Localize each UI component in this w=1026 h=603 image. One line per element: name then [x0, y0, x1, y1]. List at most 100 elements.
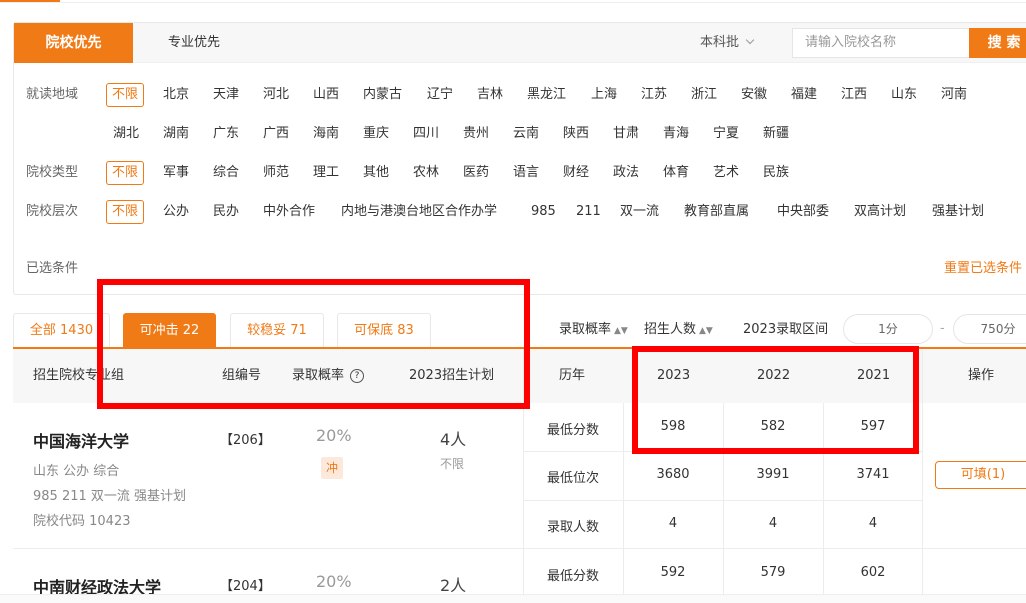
range-min-input[interactable]: 1分: [843, 314, 933, 344]
level-option[interactable]: 双高计划: [854, 200, 906, 224]
region-option[interactable]: 甘肃: [613, 122, 639, 146]
school-meta-location: 山东 公办 综合: [33, 464, 120, 479]
reset-conditions-link[interactable]: 重置已选条件: [944, 257, 1022, 276]
region-option[interactable]: 宁夏: [713, 122, 739, 146]
region-option[interactable]: 河北: [263, 83, 289, 107]
type-option[interactable]: 其他: [363, 161, 389, 185]
batch-label: 本科批: [700, 35, 740, 50]
tab-major-first[interactable]: 专业优先: [134, 23, 254, 63]
batch-select[interactable]: 本科批: [700, 23, 755, 63]
region-option[interactable]: 湖北: [113, 122, 139, 146]
level-option[interactable]: 985: [531, 200, 556, 224]
region-option[interactable]: 福建: [791, 83, 817, 107]
region-option[interactable]: 新疆: [763, 122, 789, 146]
stat-cell: 4: [868, 516, 878, 531]
stat-cell: 4: [668, 516, 678, 531]
region-option[interactable]: 辽宁: [427, 83, 453, 107]
school-meta-tags: 985 211 双一流 强基计划: [33, 489, 187, 504]
region-option[interactable]: 内蒙古: [363, 83, 402, 107]
type-row: 院校类型 不限 军事 综合 师范 理工 其他 农林 医药 语言 财经 政法 体育…: [14, 161, 1026, 185]
fill-button[interactable]: 可填(1): [935, 461, 1026, 489]
admission-probability: 20%: [316, 426, 352, 445]
level-option[interactable]: 中外合作: [263, 200, 315, 224]
group-number: 【204】: [220, 579, 271, 594]
type-option[interactable]: 体育: [663, 161, 689, 185]
tab-school-first[interactable]: 院校优先: [14, 23, 133, 63]
search-button[interactable]: 搜 索: [969, 28, 1026, 58]
type-option[interactable]: 财经: [563, 161, 589, 185]
range-separator: -: [940, 321, 945, 336]
region-option[interactable]: 山西: [313, 83, 339, 107]
region-label: 就读地域: [26, 87, 79, 102]
grid-line: [13, 548, 1026, 549]
stat-cell: 4: [768, 516, 778, 531]
stat-label: 录取人数: [546, 520, 599, 535]
plan-subject: 不限: [440, 457, 465, 471]
region-option[interactable]: 重庆: [363, 122, 389, 146]
sort-probability-label: 录取概率: [559, 322, 612, 337]
type-option[interactable]: 民族: [763, 161, 789, 185]
level-option[interactable]: 不限: [106, 200, 145, 224]
grid-line: [523, 500, 923, 501]
stat-cell: 3741: [856, 467, 890, 482]
sort-arrows-icon: ▲▼: [614, 326, 628, 336]
bottom-strip: [0, 594, 1026, 603]
level-option[interactable]: 双一流: [620, 200, 659, 224]
sort-probability[interactable]: 录取概率 ▲▼: [559, 313, 628, 347]
type-option[interactable]: 医药: [463, 161, 489, 185]
region-option[interactable]: 吉林: [477, 83, 503, 107]
region-option[interactable]: 天津: [213, 83, 239, 107]
chevron-down-icon: [745, 35, 755, 45]
admission-probability: 20%: [316, 572, 352, 591]
region-option[interactable]: 河南: [941, 83, 967, 107]
school-meta-code: 院校代码 10423: [33, 514, 131, 529]
challenge-tag: 冲: [321, 457, 343, 479]
region-option[interactable]: 黑龙江: [527, 83, 566, 107]
level-option[interactable]: 公办: [163, 200, 189, 224]
level-option[interactable]: 教育部直属: [684, 200, 749, 224]
level-option[interactable]: 强基计划: [932, 200, 984, 224]
type-option[interactable]: 军事: [163, 161, 189, 185]
region-option[interactable]: 陕西: [563, 122, 589, 146]
type-option[interactable]: 农林: [413, 161, 439, 185]
region-option[interactable]: 云南: [513, 122, 539, 146]
stat-label: 最低分数: [546, 569, 599, 584]
type-option[interactable]: 综合: [213, 161, 239, 185]
region-option[interactable]: 四川: [413, 122, 439, 146]
region-option[interactable]: 江西: [841, 83, 867, 107]
level-option[interactable]: 211: [576, 200, 601, 224]
type-option[interactable]: 不限: [106, 161, 145, 185]
school-name[interactable]: 中国海洋大学: [33, 428, 129, 452]
region-option[interactable]: 广东: [213, 122, 239, 146]
type-option[interactable]: 政法: [613, 161, 639, 185]
region-option[interactable]: 贵州: [463, 122, 489, 146]
filter-header: 院校优先 专业优先 本科批 请输入院校名称 搜 索: [14, 23, 1026, 63]
region-option[interactable]: 江苏: [641, 83, 667, 107]
level-option[interactable]: 内地与港澳台地区合作办学: [341, 200, 497, 224]
region-option[interactable]: 北京: [163, 83, 189, 107]
sort-enrollment[interactable]: 招生人数 ▲▼: [644, 313, 713, 347]
region-option[interactable]: 湖南: [163, 122, 189, 146]
stat-cell: 592: [660, 565, 686, 580]
region-option[interactable]: 安徽: [741, 83, 767, 107]
stat-cell: 602: [860, 565, 886, 580]
tab-all[interactable]: 全部 1430: [13, 313, 110, 347]
region-option[interactable]: 青海: [663, 122, 689, 146]
region-option[interactable]: 山东: [891, 83, 917, 107]
search-input[interactable]: 请输入院校名称: [792, 28, 970, 58]
region-option[interactable]: 广西: [263, 122, 289, 146]
type-option[interactable]: 理工: [313, 161, 339, 185]
level-option[interactable]: 民办: [213, 200, 239, 224]
region-option[interactable]: 海南: [313, 122, 339, 146]
type-option[interactable]: 师范: [263, 161, 289, 185]
region-option[interactable]: 不限: [106, 83, 145, 107]
stat-cell: 3991: [756, 467, 790, 482]
sort-arrows-icon: ▲▼: [699, 326, 713, 336]
range-max-input[interactable]: 750分: [953, 314, 1026, 344]
type-option[interactable]: 语言: [513, 161, 539, 185]
annotation-box: [97, 279, 530, 409]
region-option[interactable]: 浙江: [691, 83, 717, 107]
region-option[interactable]: 上海: [591, 83, 617, 107]
type-option[interactable]: 艺术: [713, 161, 739, 185]
level-option[interactable]: 中央部委: [777, 200, 829, 224]
